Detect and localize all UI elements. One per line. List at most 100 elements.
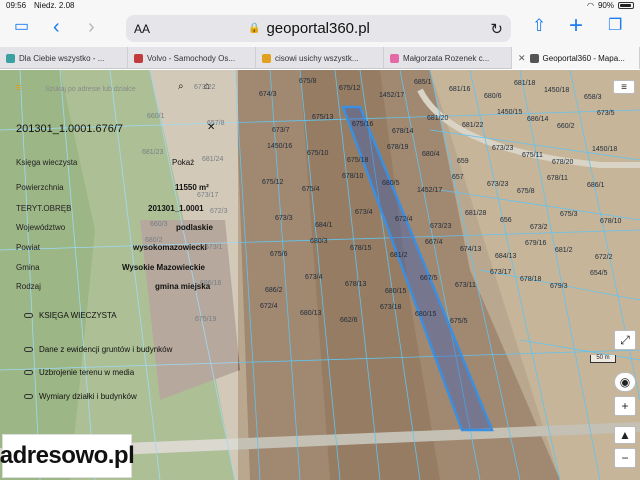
tab-0[interactable]: Dla Ciebie wszystko - ...	[0, 47, 128, 69]
status-time: 09:56	[6, 1, 27, 10]
tab-bar: Dla Ciebie wszystko - ... Volvo - Samoch…	[0, 47, 640, 69]
battery-icon	[618, 2, 634, 9]
tab-favicon	[262, 53, 271, 63]
parcel-number-label: 673/18	[380, 304, 402, 311]
tab-favicon	[6, 53, 15, 63]
browser-toolbar: ▭ ‹ › AA 🔒 geoportal360.pl ↻ ⇧ + ❐	[0, 11, 640, 47]
fullscreen-icon[interactable]: ⤢	[614, 330, 636, 350]
tab-favicon	[529, 53, 539, 63]
parcel-number-label: 675/3	[560, 211, 578, 218]
search-placeholder: Szukaj po adresie lub działce	[45, 85, 136, 93]
parcel-number-label: 673/4	[355, 209, 373, 216]
locate-icon[interactable]: ◉	[614, 372, 636, 392]
url-field[interactable]: 🔒 geoportal360.pl	[248, 20, 370, 37]
home-icon[interactable]: ⌂	[204, 81, 210, 92]
watermark-text: adresowo.pl	[0, 442, 135, 469]
parcel-number-label: 1452/17	[379, 92, 404, 99]
tab-title: Dla Ciebie wszystko - ...	[19, 53, 105, 63]
kw-link[interactable]: KSIĘGA WIECZYSTA	[24, 311, 117, 320]
parcel-number-label: 681/18	[514, 80, 536, 87]
parcel-number-label: 685/1	[414, 79, 432, 86]
parcel-number-label: 674/3	[259, 91, 277, 98]
parcel-number-label: 678/13	[345, 281, 367, 288]
parcel-number-label: 667/4	[425, 239, 443, 246]
parcel-number-label: 678/15	[350, 245, 372, 252]
parcel-number-label: 672/4	[260, 303, 278, 310]
menu-icon[interactable]: ≡	[613, 80, 635, 94]
row-label: TERYT.OBRĘB	[16, 204, 72, 213]
zoom-out-button[interactable]: −	[614, 448, 636, 468]
scale-bar: 50 m	[590, 355, 616, 363]
close-panel-icon[interactable]: ✕	[207, 122, 215, 133]
wifi-icon: ◠	[587, 1, 594, 10]
back-icon[interactable]: ‹	[53, 17, 60, 37]
egib-link[interactable]: Dane z ewidencji gruntów i budynków	[24, 345, 172, 354]
parcel-number-label: 672/2	[595, 254, 613, 261]
tab-2[interactable]: cisowi usichy wszystk...	[256, 47, 384, 69]
parcel-number-label: 686/1	[587, 182, 605, 189]
new-tab-icon[interactable]: +	[569, 14, 583, 38]
dimensions-link[interactable]: Wymiary działki i budynków	[24, 392, 137, 401]
address-bar[interactable]: AA 🔒 geoportal360.pl ↻	[126, 15, 511, 42]
parcel-number-label: 680/13	[300, 310, 322, 317]
parcel-number-label: 681/22	[462, 122, 484, 129]
search-input[interactable]: Szukaj po adresie lub działce	[45, 82, 175, 96]
parcel-number-label: 662/6	[340, 317, 358, 324]
tab-favicon	[134, 53, 143, 63]
parcel-number-label: 673/11	[455, 282, 476, 289]
reload-icon[interactable]: ↻	[490, 20, 503, 38]
tabs-overview-icon[interactable]: ❐	[608, 18, 622, 34]
parcel-number-label: 675/12	[262, 179, 284, 186]
scale-label: 50 m	[596, 355, 610, 361]
parcel-number-label: 673/23	[487, 181, 509, 188]
parcel-id-title: 201301_1.0001.676/7	[16, 123, 124, 135]
link-label: KSIĘGA WIECZYSTA	[39, 311, 117, 320]
search-icon[interactable]: ⌕	[178, 81, 184, 92]
parcel-number-label: 678/11	[547, 175, 568, 182]
parcel-number-label: 673/2	[530, 224, 548, 231]
parcel-number-label: 667/5	[420, 275, 438, 282]
map-view[interactable]: 673/22 674/3 675/8 675/12 1452/17 685/1 681/16…	[0, 70, 640, 480]
text-size-button[interactable]: AA	[134, 22, 150, 36]
parcel-number-label: 675/6	[270, 251, 288, 258]
tab-4[interactable]: ✕ Geoportal360 - Mapa...	[512, 47, 640, 69]
voivodeship-value: podlaskie	[176, 223, 213, 232]
parcel-number-label: 657	[452, 174, 464, 181]
tab-3[interactable]: Małgorzata Rozenek c...	[384, 47, 512, 69]
forward-icon[interactable]: ›	[88, 17, 95, 37]
share-icon[interactable]: ⇧	[532, 17, 546, 34]
watermark-logo: adresowo.pl	[0, 434, 135, 478]
parcel-number-label: 679/3	[550, 283, 568, 290]
parcel-number-label: 681/28	[465, 210, 487, 217]
parcel-number-label: 675/10	[307, 150, 329, 157]
close-tab-icon[interactable]: ✕	[518, 53, 526, 64]
parcel-number-label: 673/7	[272, 127, 290, 134]
utilities-link[interactable]: Uzbrojenie terenu w media	[24, 368, 134, 377]
parcel-number-label: 681/16	[449, 86, 471, 93]
tab-1[interactable]: Volvo - Samochody Os...	[128, 47, 256, 69]
parcel-number-label: 675/4	[302, 186, 320, 193]
row-label: Powierzchnia	[16, 183, 64, 192]
row-label: Rodzaj	[16, 282, 41, 291]
lock-icon: 🔒	[248, 23, 261, 34]
parcel-number-label: 678/18	[520, 276, 542, 283]
status-date: Niedz. 2.08	[34, 1, 75, 10]
row-label: Księga wieczysta	[16, 158, 78, 167]
zoom-in-button[interactable]: +	[614, 396, 636, 416]
sidebar-icon[interactable]: ▭	[14, 19, 29, 35]
compass-icon[interactable]: ▲	[614, 426, 636, 444]
parcel-number-label: 1450/15	[497, 109, 522, 116]
parcel-number-label: 673/3	[275, 215, 293, 222]
parcel-number-label: 681/2	[390, 252, 408, 259]
county-value: wysokomazowiecki	[133, 243, 207, 252]
link-icon	[24, 347, 33, 353]
parcel-number-label: 654/5	[590, 270, 608, 277]
parcel-number-label: 673/23	[430, 223, 452, 230]
parcel-number-label: 678/20	[552, 159, 574, 166]
parcel-number-label: 678/10	[342, 173, 364, 180]
area-value: 11550 m²	[175, 183, 209, 192]
parcel-number-label: 673/4	[305, 274, 323, 281]
layers-icon[interactable]: ≡	[15, 82, 21, 94]
parcel-number-label: 675/11	[522, 152, 543, 159]
show-kw-link[interactable]: Pokaż	[172, 158, 194, 167]
